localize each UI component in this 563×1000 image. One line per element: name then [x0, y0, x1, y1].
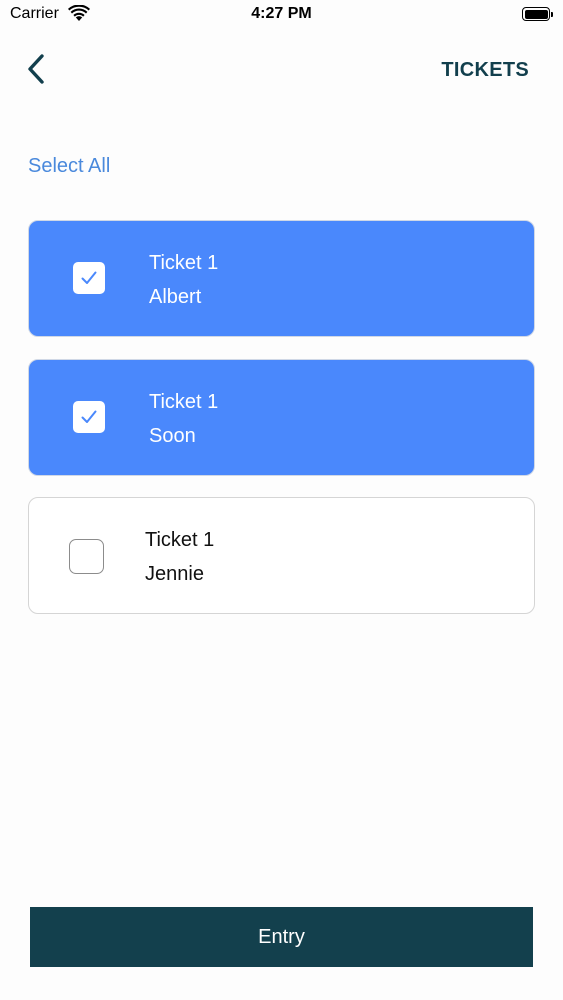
ticket-card[interactable]: Ticket 1 Jennie: [28, 497, 535, 614]
ticket-checkbox[interactable]: [69, 539, 104, 574]
back-button[interactable]: [22, 50, 54, 88]
ticket-holder-name: Jennie: [145, 563, 204, 585]
ticket-holder-name: Albert: [149, 286, 202, 308]
battery-icon: [522, 7, 553, 21]
chevron-left-icon: [28, 54, 44, 84]
ticket-holder-name: Soon: [149, 425, 196, 447]
tickets-screen: Carrier 4:27 PM TICKETS Select All Ticke…: [0, 0, 563, 1000]
clock: 4:27 PM: [251, 5, 312, 22]
ticket-checkbox[interactable]: [73, 401, 105, 433]
checkmark-icon: [81, 410, 97, 423]
entry-button[interactable]: Entry: [30, 907, 533, 967]
page-title: TICKETS: [441, 59, 529, 81]
checkmark-icon: [81, 271, 97, 284]
select-all-link[interactable]: Select All: [28, 155, 110, 178]
ticket-card[interactable]: Ticket 1 Soon: [28, 359, 535, 476]
ticket-card[interactable]: Ticket 1 Albert: [28, 220, 535, 337]
ticket-checkbox[interactable]: [73, 262, 105, 294]
status-bar: Carrier 4:27 PM: [0, 0, 563, 30]
ticket-title: Ticket 1: [149, 391, 219, 413]
ticket-title: Ticket 1: [149, 252, 219, 274]
ticket-title: Ticket 1: [145, 529, 215, 551]
